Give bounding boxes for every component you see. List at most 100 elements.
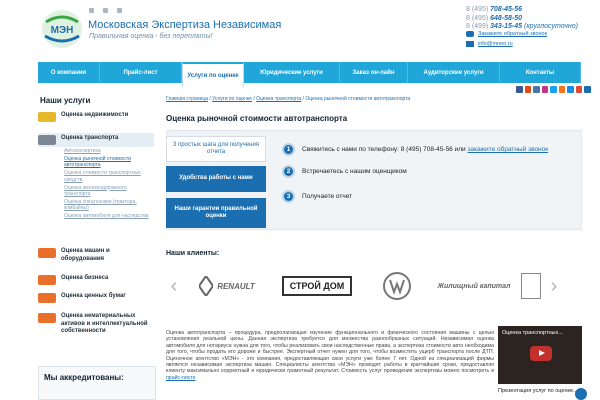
video-caption: Презентация услуг по оценке... (498, 388, 578, 394)
social-share-icon[interactable] (567, 86, 574, 93)
sidebar-item-label: Оценка нематериальных активов и интеллек… (61, 313, 148, 334)
phone-note: (круглосуточно) (524, 23, 578, 31)
social-share-icon[interactable] (575, 86, 582, 93)
sidebar-item[interactable]: Оценка недвижимости (38, 112, 154, 122)
nav-item[interactable]: Заказ он-лайн (340, 62, 408, 83)
phone-number[interactable]: 343-15-45 (490, 23, 522, 30)
sidebar-item[interactable]: Оценка нематериальных активов и интеллек… (38, 313, 154, 336)
step-number: 3 (282, 190, 295, 203)
step-number: 1 (282, 143, 295, 156)
email-link-text[interactable]: info@mneo.ru (478, 41, 513, 47)
client-logo: Жилищный капитал (432, 269, 516, 303)
social-share-icon[interactable] (533, 86, 540, 93)
sitemap-icon[interactable] (117, 8, 122, 13)
sidebar-subitem[interactable]: Оценка спецтехники (трактора, комбайны) (64, 199, 154, 212)
main-nav: О компании Прайс-лист Услуги по оценке Юрид… (38, 62, 581, 87)
video-title: Оценка транспортных... (502, 330, 563, 336)
phone-row: 8 (495) 708-45-56 (466, 6, 578, 15)
service-icon (38, 248, 56, 258)
phone-number[interactable]: 708-45-56 (490, 6, 522, 13)
breadcrumb-link[interactable]: Услуги по оценке (212, 96, 252, 102)
accreditation-title: Мы аккредитованы: (44, 373, 124, 382)
sidebar-title: Наши услуги (40, 96, 91, 105)
info-tab[interactable]: 3 простых шага для получения отчета (166, 136, 266, 162)
nav-item[interactable]: О компании (38, 62, 100, 83)
social-share-icon[interactable] (550, 86, 557, 93)
sidebar-item-label: Оценка недвижимости (61, 112, 129, 118)
social-share (516, 86, 591, 93)
client-name: СТРОЙ ДОМ (281, 276, 353, 296)
sidebar-item[interactable]: Оценка бизнеса (38, 275, 154, 285)
sidebar-subitem[interactable]: Автоэкспертиза (64, 148, 154, 154)
client-logo (362, 269, 432, 303)
phone-prefix: 8 (495) (466, 6, 489, 13)
nav-item[interactable]: Юридические услуги (244, 62, 340, 83)
callback-link[interactable]: Закажите обратный звонок (466, 31, 547, 37)
sidebar-item-label: Оценка машин и оборудования (61, 248, 110, 262)
scroll-up-icon[interactable] (575, 388, 587, 400)
carousel-next-button[interactable]: › (546, 273, 562, 299)
site-title: Московская Экспертиза Независимая (88, 19, 282, 31)
sidebar-subitem[interactable]: Оценка автомобиля для наследства (64, 213, 154, 219)
client-logo (516, 269, 546, 303)
nav-item[interactable]: Прайс-лист (100, 62, 182, 83)
service-icon (38, 112, 56, 122)
volkswagen-icon (383, 272, 411, 300)
phone-number[interactable]: 648-58-50 (490, 15, 522, 22)
sidebar-subitem[interactable]: Оценка железнодорожного транспорта (64, 185, 154, 198)
step-text: Свяжитесь с нами по телефону: 8 (495) 70… (302, 146, 549, 153)
nav-item[interactable]: Аудиторские услуги (408, 62, 500, 83)
site-tagline: Правильная оценка - без переплаты! (89, 33, 213, 40)
info-tab[interactable]: Удобства работы с нами (166, 166, 266, 192)
client-name: Жилищный капитал (437, 282, 511, 290)
step-number: 2 (282, 165, 295, 178)
social-share-icon[interactable] (558, 86, 565, 93)
sidebar-item-label: Оценка бизнеса (61, 275, 109, 281)
sidebar-subitem[interactable]: Оценка стоимости транспортных средств (64, 170, 154, 183)
company-logo[interactable]: МЭН (40, 8, 84, 50)
carousel-prev-button[interactable]: ‹ (166, 273, 182, 299)
home-icon[interactable] (89, 8, 94, 13)
price-list-link[interactable]: прайс-листе (166, 375, 196, 381)
phone-list: 8 (495) 708-45-56 8 (495) 648-58-50 8 (4… (466, 6, 578, 32)
social-share-icon[interactable] (516, 86, 523, 93)
step-text: Встречаетесь с нашим оценщиком (302, 168, 407, 175)
sidebar-item[interactable]: Оценка транспорта (38, 133, 154, 147)
video-player[interactable]: Оценка транспортных... (498, 326, 582, 384)
service-icon (38, 275, 56, 285)
email-link[interactable]: info@mneo.ru (466, 41, 513, 47)
info-tab[interactable]: Наши гарантии правильной оценки (166, 198, 266, 228)
phone-prefix: 8 (495) (466, 14, 489, 22)
nav-item[interactable]: Услуги по оценке (182, 62, 244, 87)
description-text: Оценка автотранспорта – процедура, предп… (166, 330, 494, 381)
top-icons (89, 8, 122, 13)
sidebar-item[interactable]: Оценка ценных бумаг (38, 293, 154, 303)
social-share-icon[interactable] (584, 86, 591, 93)
step-row: 1 Свяжитесь с нами по телефону: 8 (495) 7… (282, 143, 548, 156)
phone-row: 8 (495) 648-58-50 (466, 15, 578, 24)
breadcrumb: Главная страница / Услуги по оценке / Оц… (166, 96, 410, 102)
breadcrumb-current: Оценка рыночной стоимости автотранспорта (305, 96, 411, 102)
sidebar-item[interactable]: Оценка машин и оборудования (38, 248, 154, 263)
step-text: Получаете отчет (302, 193, 353, 200)
callback-order-link[interactable]: закажите обратный звонок (467, 146, 548, 153)
breadcrumb-link[interactable]: Главная страница (166, 96, 208, 102)
clients-title: Наши клиенты: (166, 250, 220, 257)
social-share-icon[interactable] (524, 86, 531, 93)
step-row: 2 Встречаетесь с нашим оценщиком (282, 165, 407, 178)
breadcrumb-link[interactable]: Оценка транспорта (256, 96, 301, 102)
social-share-icon[interactable] (541, 86, 548, 93)
service-icon (38, 135, 56, 145)
callback-link-text[interactable]: Закажите обратный звонок (478, 31, 547, 37)
play-icon[interactable] (530, 346, 552, 361)
svg-text:МЭН: МЭН (51, 25, 74, 36)
sidebar-sublist: Автоэкспертиза Оценка рыночной стоимости … (64, 148, 154, 221)
step-row: 3 Получаете отчет (282, 190, 352, 203)
sidebar-subitem[interactable]: Оценка рыночной стоимости автотранспорта (64, 156, 154, 169)
page: МЭН Московская Экспертиза Независимая Пр… (0, 0, 600, 400)
nav-item[interactable]: Контакты (500, 62, 581, 83)
client-logo: СТРОЙ ДОМ (272, 269, 362, 303)
client-logo-box (521, 273, 541, 299)
renault-icon (199, 276, 214, 296)
mail-icon[interactable] (103, 8, 108, 13)
